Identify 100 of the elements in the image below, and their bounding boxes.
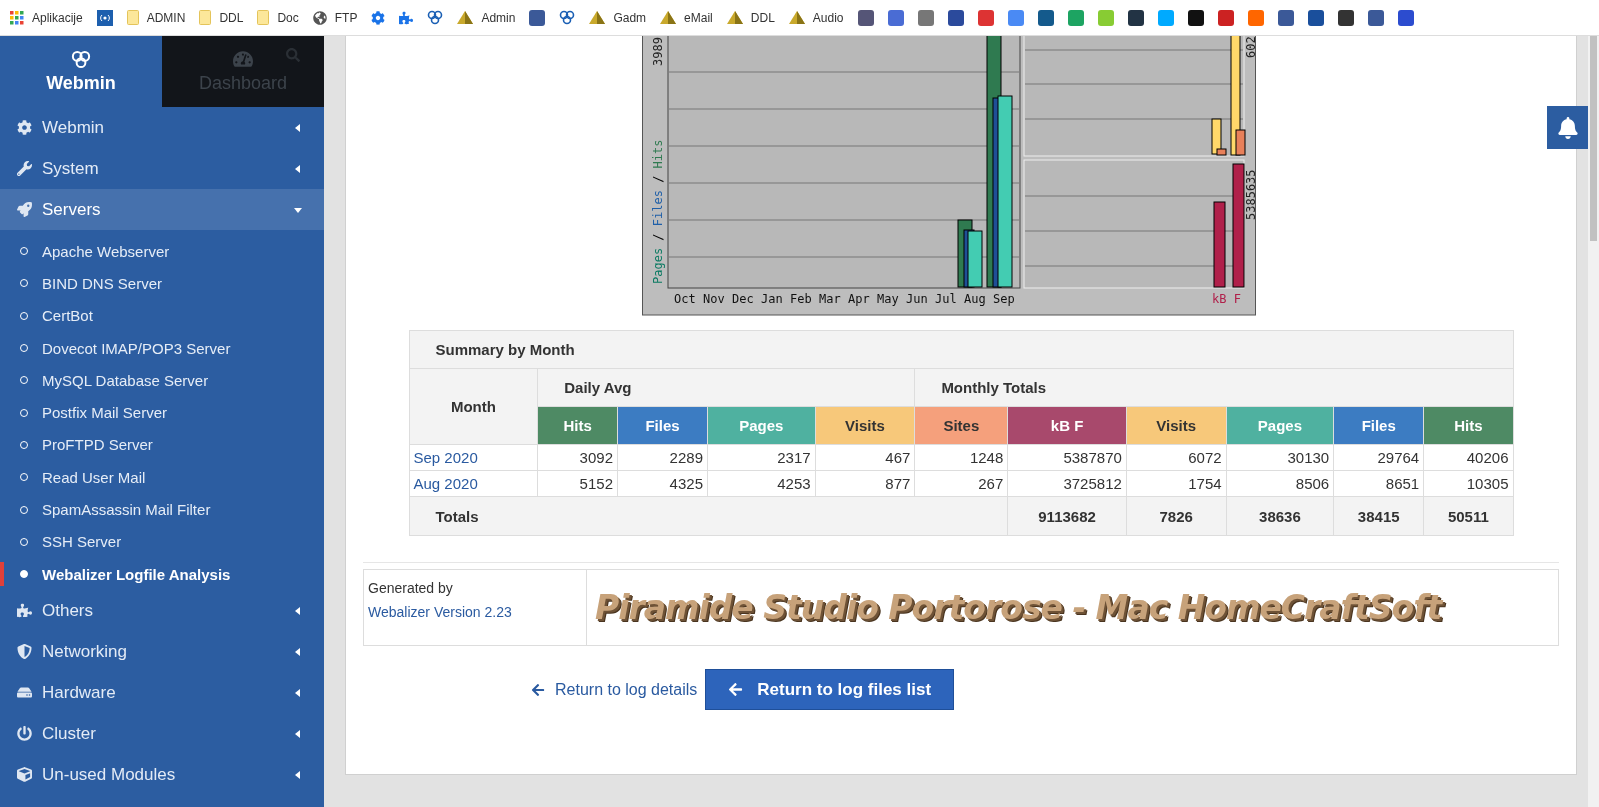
caret-icon	[294, 606, 302, 615]
bookmark-icon[interactable]	[1187, 9, 1204, 26]
site-icon	[1067, 9, 1084, 26]
column-group-header: Monthly Totals	[914, 368, 1513, 407]
month-link[interactable]: Aug 2020	[413, 475, 478, 492]
menu-item[interactable]: MySQL Database Server	[0, 364, 324, 397]
pyramid-icon	[788, 11, 805, 24]
column-header: Files	[617, 406, 708, 445]
menu-section[interactable]: System	[0, 148, 324, 189]
bookmark-icon[interactable]	[96, 9, 113, 26]
menu-item[interactable]: CertBot	[0, 299, 324, 332]
menu-item[interactable]: ProFTPD Server	[0, 428, 324, 462]
table-cell: 467	[815, 444, 915, 471]
selection-marker	[0, 561, 4, 587]
scrollbar[interactable]	[1588, 36, 1599, 807]
total-cell: 9113682	[1007, 496, 1127, 536]
caret-icon	[294, 205, 302, 214]
table-cell: 2289	[617, 444, 708, 471]
puzzle-icon	[399, 10, 414, 25]
total-cell: 50511	[1423, 496, 1513, 536]
site-icon	[1217, 9, 1234, 26]
total-cell: 38415	[1333, 496, 1424, 536]
month-label: Dec	[731, 292, 754, 306]
section-label: Hardware	[42, 682, 117, 703]
bookmark-icon[interactable]	[1337, 9, 1354, 26]
table-cell: 29764	[1333, 444, 1424, 471]
cube-icon	[17, 767, 32, 783]
return-button[interactable]: Return to log files list	[705, 669, 955, 710]
bookmark-icon[interactable]	[559, 10, 576, 25]
bookmark-label: Gadm	[613, 10, 647, 25]
bookmark-icon[interactable]	[1277, 9, 1294, 26]
menu-section[interactable]: Others	[0, 590, 324, 632]
pyramid-icon	[726, 11, 743, 24]
bookmark[interactable]: eMail	[660, 10, 713, 25]
menu-item[interactable]: BIND DNS Server	[0, 267, 324, 300]
month-label: Oct	[673, 292, 696, 306]
bookmark-icon[interactable]	[529, 9, 546, 26]
notification-button[interactable]	[1547, 106, 1588, 149]
bookmark[interactable]: DDL	[726, 10, 775, 25]
bookmark-icon[interactable]	[1307, 9, 1324, 26]
bookmark-icon[interactable]	[1127, 9, 1144, 26]
site-icon	[1127, 9, 1144, 26]
menu-section[interactable]: Networking	[0, 631, 324, 673]
pyramid-icon	[457, 11, 474, 24]
menu-item[interactable]: Webalizer Logfile Analysis	[0, 557, 324, 591]
site-icon	[1277, 9, 1294, 26]
bookmark[interactable]: Audio	[788, 10, 844, 25]
bookmark[interactable]: Doc	[257, 10, 299, 25]
version-link[interactable]: Webalizer Version 2.23	[368, 604, 512, 620]
menu-item[interactable]: Read User Mail	[0, 461, 324, 494]
section-label: Webmin	[42, 117, 106, 138]
arrow-left-icon	[728, 682, 744, 697]
month-label: Sep	[992, 292, 1015, 306]
month-label: Jan	[760, 292, 783, 306]
column-header: Visits	[1126, 406, 1227, 445]
bookmark-icon[interactable]	[427, 10, 444, 25]
menu-item[interactable]: SpamAssassin Mail Filter	[0, 493, 324, 526]
bookmark-icon[interactable]	[857, 9, 874, 26]
column-header: Files	[1333, 406, 1424, 445]
menu-item[interactable]: SSH Server	[0, 525, 324, 558]
bookmark-label: Doc	[277, 10, 299, 25]
column-group-header: Daily Avg	[537, 368, 915, 407]
bookmark[interactable]: DDL	[199, 10, 244, 25]
section-label: Un-used Modules	[42, 764, 177, 785]
bookmark-icon[interactable]	[1367, 9, 1384, 26]
column-header: Pages	[1226, 406, 1334, 445]
search-icon	[286, 48, 300, 62]
month-label: Feb	[789, 292, 812, 306]
bookmark-icon[interactable]	[1037, 9, 1054, 26]
caret-icon	[294, 123, 302, 132]
bookmark[interactable]: Aplikacije	[10, 10, 83, 25]
site-icon	[529, 9, 546, 26]
column-header: kB F	[1007, 406, 1127, 445]
gauge-icon	[233, 49, 253, 69]
folder-icon	[199, 10, 212, 25]
caret-icon	[294, 647, 302, 656]
menu-item[interactable]: Postfix Mail Server	[0, 396, 324, 429]
site-icon	[1247, 9, 1264, 26]
menu-section[interactable]: Servers	[0, 189, 324, 230]
menu-section[interactable]: Hardware	[0, 672, 324, 714]
back-link[interactable]: Return to log details	[531, 680, 698, 699]
menu-section[interactable]: Cluster	[0, 713, 324, 755]
month-label: Jun	[905, 292, 928, 306]
menu-item[interactable]: Apache Webserver	[0, 235, 324, 268]
menu-section[interactable]: Un-used Modules	[0, 754, 324, 796]
item-label: Dovecot IMAP/POP3 Server	[42, 339, 231, 357]
puzzle-icon	[17, 603, 32, 619]
month-link[interactable]: Sep 2020	[413, 449, 478, 466]
menu-item[interactable]: Dovecot IMAP/POP3 Server	[0, 331, 324, 365]
apps-grid-icon	[10, 10, 24, 25]
month-label: Apr	[847, 292, 870, 306]
table-title: Summary by Month	[409, 330, 1513, 369]
bookmark[interactable]: Admin	[457, 10, 516, 25]
bookmark-icon[interactable]	[1397, 9, 1414, 26]
menu-section[interactable]: Webmin	[0, 107, 324, 148]
table-cell: 8651	[1333, 470, 1424, 497]
bookmark[interactable]: ADMIN	[126, 10, 186, 25]
bookmark[interactable]: FTP	[312, 10, 358, 25]
bookmark[interactable]: Gadm	[589, 10, 647, 25]
bookmark-icon[interactable]	[947, 9, 964, 26]
